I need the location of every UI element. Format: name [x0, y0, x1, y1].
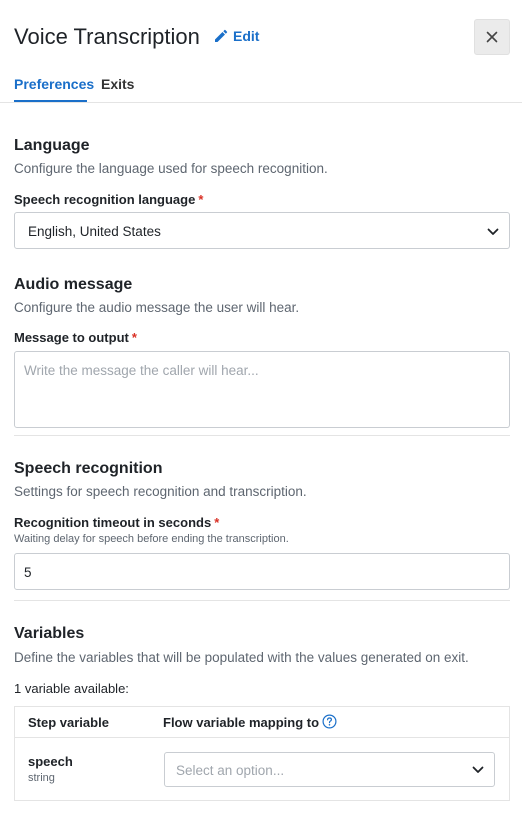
section-divider	[14, 600, 510, 601]
timeout-field-label: Recognition timeout in seconds *	[14, 515, 219, 530]
variables-table: Step variable Flow variable mapping to s…	[14, 706, 510, 801]
timeout-value: 5	[24, 565, 32, 580]
variable-name: speech	[28, 754, 73, 769]
speech-section-title: Speech recognition	[14, 460, 163, 477]
message-textarea[interactable]: Write the message the caller will hear..…	[14, 351, 510, 428]
message-field-label: Message to output *	[14, 330, 137, 345]
close-icon	[486, 31, 498, 43]
help-circle-icon[interactable]	[322, 714, 337, 729]
required-marker: *	[131, 330, 137, 345]
page-title: Voice Transcription	[14, 24, 200, 49]
flow-variable-placeholder: Select an option...	[176, 763, 285, 778]
flow-variable-select[interactable]: Select an option...	[164, 752, 495, 787]
audio-section-description: Configure the audio message the user wil…	[14, 300, 300, 315]
variables-section-description: Define the variables that will be popula…	[14, 650, 469, 665]
language-field-label: Speech recognition language *	[14, 192, 203, 207]
timeout-label-text: Recognition timeout in seconds	[14, 515, 212, 530]
tab-preferences[interactable]: Preferences	[14, 76, 94, 92]
required-marker: *	[198, 192, 204, 207]
variable-type: string	[28, 772, 55, 784]
speech-section-description: Settings for speech recognition and tran…	[14, 484, 307, 499]
message-label-text: Message to output	[14, 330, 129, 345]
required-marker: *	[214, 515, 220, 530]
language-label-text: Speech recognition language	[14, 192, 196, 207]
table-header: Step variable Flow variable mapping to	[15, 707, 509, 738]
message-placeholder: Write the message the caller will hear..…	[24, 363, 259, 378]
section-divider	[14, 435, 510, 436]
language-select[interactable]: English, United States	[14, 212, 510, 249]
language-section-description: Configure the language used for speech r…	[14, 161, 328, 176]
active-tab-indicator	[14, 100, 87, 102]
panel-header: Voice Transcription Edit	[0, 0, 522, 72]
chevron-down-icon	[472, 766, 484, 773]
col-step-variable: Step variable	[28, 715, 109, 730]
audio-section-title: Audio message	[14, 276, 133, 293]
language-select-value: English, United States	[28, 224, 161, 239]
edit-button[interactable]: Edit	[214, 28, 259, 44]
close-button[interactable]	[474, 19, 510, 55]
pencil-icon	[215, 29, 228, 42]
timeout-hint: Waiting delay for speech before ending t…	[14, 533, 289, 545]
col-flow-variable: Flow variable mapping to	[163, 715, 320, 730]
edit-label: Edit	[233, 28, 260, 44]
tab-bar: Preferences Exits	[0, 72, 522, 103]
chevron-down-icon	[487, 228, 499, 235]
variables-section-title: Variables	[14, 625, 85, 642]
tab-exits[interactable]: Exits	[101, 76, 134, 92]
variables-count: 1 variable available:	[14, 681, 129, 696]
timeout-input[interactable]: 5	[14, 553, 510, 590]
language-section-title: Language	[14, 137, 90, 154]
